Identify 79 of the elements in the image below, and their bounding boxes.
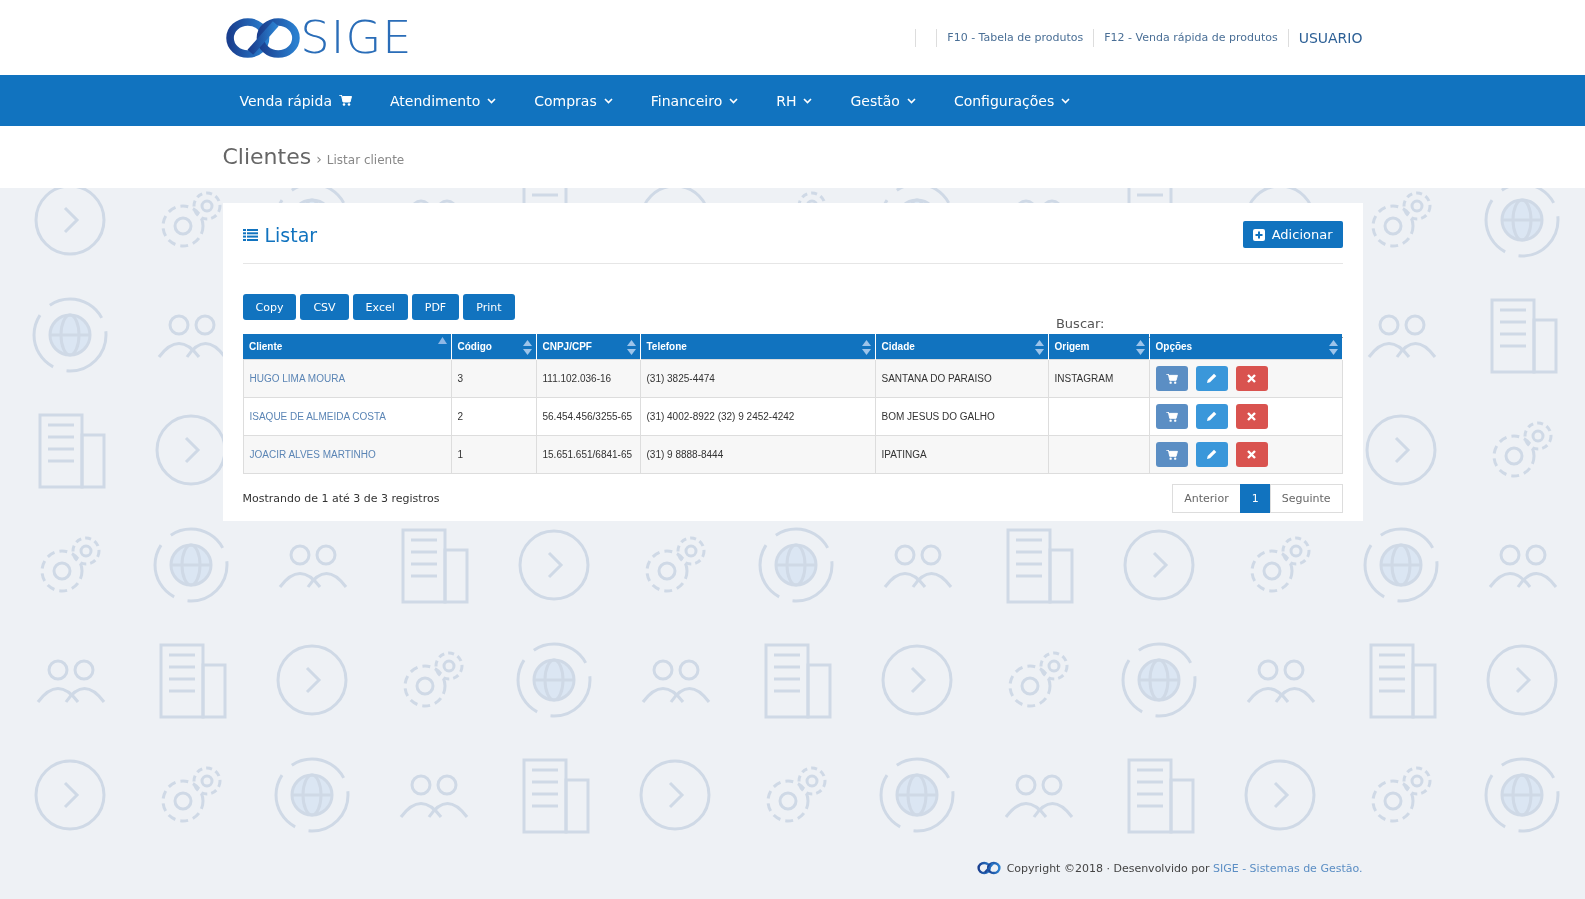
table-cell: IPATINGA bbox=[875, 435, 1048, 474]
table-cell: (31) 9 8888-8444 bbox=[640, 435, 875, 474]
table-cell: SANTANA DO PARAISO bbox=[875, 359, 1048, 398]
pencil-icon bbox=[1206, 411, 1217, 422]
close-icon bbox=[1247, 412, 1256, 421]
cart-icon bbox=[1165, 411, 1178, 422]
nav-menu-item[interactable]: Atendimento bbox=[390, 92, 497, 109]
column-header[interactable]: Opções bbox=[1149, 334, 1342, 360]
search-label: Buscar: bbox=[1055, 316, 1105, 331]
chevron-down-icon bbox=[803, 97, 813, 104]
list-icon bbox=[242, 228, 258, 241]
add-button[interactable]: Adicionar bbox=[1242, 221, 1343, 248]
cart-icon bbox=[1165, 373, 1178, 384]
plus-square-icon bbox=[1252, 228, 1265, 241]
delete-button[interactable] bbox=[1235, 404, 1268, 429]
table-cell: 56.454.456/3255-65 bbox=[536, 397, 640, 436]
edit-button[interactable] bbox=[1195, 366, 1228, 391]
sell-button[interactable] bbox=[1155, 442, 1188, 467]
column-header[interactable]: CNPJ/CPF bbox=[536, 334, 640, 360]
export-button[interactable]: PDF bbox=[411, 294, 460, 320]
nav-menu-item[interactable]: Financeiro bbox=[650, 92, 739, 109]
shortcut-link[interactable]: F10 - Tabela de produtos bbox=[947, 31, 1084, 44]
close-icon bbox=[1247, 374, 1256, 383]
sell-button[interactable] bbox=[1155, 404, 1188, 429]
column-header[interactable]: Código bbox=[451, 334, 536, 360]
breadcrumb-current: Listar cliente bbox=[326, 153, 405, 167]
close-icon bbox=[1247, 450, 1256, 459]
nav-menu-item[interactable]: Configurações bbox=[953, 92, 1071, 109]
cart-icon bbox=[339, 95, 352, 106]
table-cell: BOM JESUS DO GALHO bbox=[875, 397, 1048, 436]
delete-button[interactable] bbox=[1235, 442, 1268, 467]
pagination-button[interactable]: Seguinte bbox=[1269, 484, 1343, 513]
delete-button[interactable] bbox=[1235, 366, 1268, 391]
export-button[interactable]: Print bbox=[463, 294, 515, 320]
export-button[interactable]: Excel bbox=[352, 294, 408, 320]
edit-button[interactable] bbox=[1195, 404, 1228, 429]
copyright-text: Copyright ©2018 · Desenvolvido por SIGE - Sistemas de Gestão. bbox=[1006, 861, 1363, 875]
chevron-down-icon bbox=[1061, 97, 1071, 104]
column-header[interactable]: Origem bbox=[1048, 334, 1149, 360]
table-info: Mostrando de 1 até 3 de 3 registros bbox=[242, 492, 440, 505]
footer-logo-icon bbox=[976, 861, 1001, 875]
cart-icon bbox=[1165, 449, 1178, 460]
user-menu[interactable]: USUARIO bbox=[1298, 29, 1363, 46]
pagination-button[interactable]: 1 bbox=[1239, 484, 1271, 513]
table-cell: 3 bbox=[451, 359, 536, 398]
edit-button[interactable] bbox=[1195, 442, 1228, 467]
table-cell: 2 bbox=[451, 397, 536, 436]
client-name-link[interactable]: HUGO LIMA MOURA bbox=[243, 359, 451, 398]
client-name-link[interactable]: ISAQUE DE ALMEIDA COSTA bbox=[243, 397, 451, 436]
table-cell: (31) 3825-4474 bbox=[640, 359, 875, 398]
chevron-down-icon bbox=[729, 97, 739, 104]
column-header[interactable]: Cliente bbox=[243, 334, 451, 360]
nav-menu-item[interactable]: Venda rápida bbox=[239, 92, 352, 109]
client-name-link[interactable]: JOACIR ALVES MARTINHO bbox=[243, 435, 451, 474]
column-header[interactable]: Cidade bbox=[875, 334, 1048, 360]
nav-menu-item[interactable]: Gestão bbox=[850, 92, 916, 109]
breadcrumb-separator: › bbox=[316, 151, 322, 167]
table-cell: 111.102.036-16 bbox=[536, 359, 640, 398]
table-cell: 15.651.651/6841-65 bbox=[536, 435, 640, 474]
chevron-down-icon bbox=[487, 97, 497, 104]
sell-button[interactable] bbox=[1155, 366, 1188, 391]
panel-title: Listar bbox=[264, 223, 318, 246]
column-header[interactable]: Telefone bbox=[640, 334, 875, 360]
logo-text: SIGE bbox=[299, 12, 412, 63]
table-cell: 1 bbox=[451, 435, 536, 474]
pencil-icon bbox=[1206, 449, 1217, 460]
export-button[interactable]: Copy bbox=[242, 294, 297, 320]
pencil-icon bbox=[1206, 373, 1217, 384]
nav-menu-item[interactable]: RH bbox=[776, 92, 813, 109]
shortcut-link[interactable]: F12 - Venda rápida de produtos bbox=[1104, 31, 1278, 44]
page-title: Clientes bbox=[222, 144, 312, 169]
pagination-button[interactable]: Anterior bbox=[1172, 484, 1241, 513]
chevron-down-icon bbox=[906, 97, 916, 104]
chevron-down-icon bbox=[603, 97, 613, 104]
nav-menu-item[interactable]: Compras bbox=[534, 92, 613, 109]
table-cell: (31) 4002-8922 (32) 9 2452-4242 bbox=[640, 397, 875, 436]
company-link[interactable]: SIGE - Sistemas de Gestão. bbox=[1212, 861, 1363, 875]
table-cell: INSTAGRAM bbox=[1048, 359, 1149, 398]
export-button[interactable]: CSV bbox=[300, 294, 349, 320]
